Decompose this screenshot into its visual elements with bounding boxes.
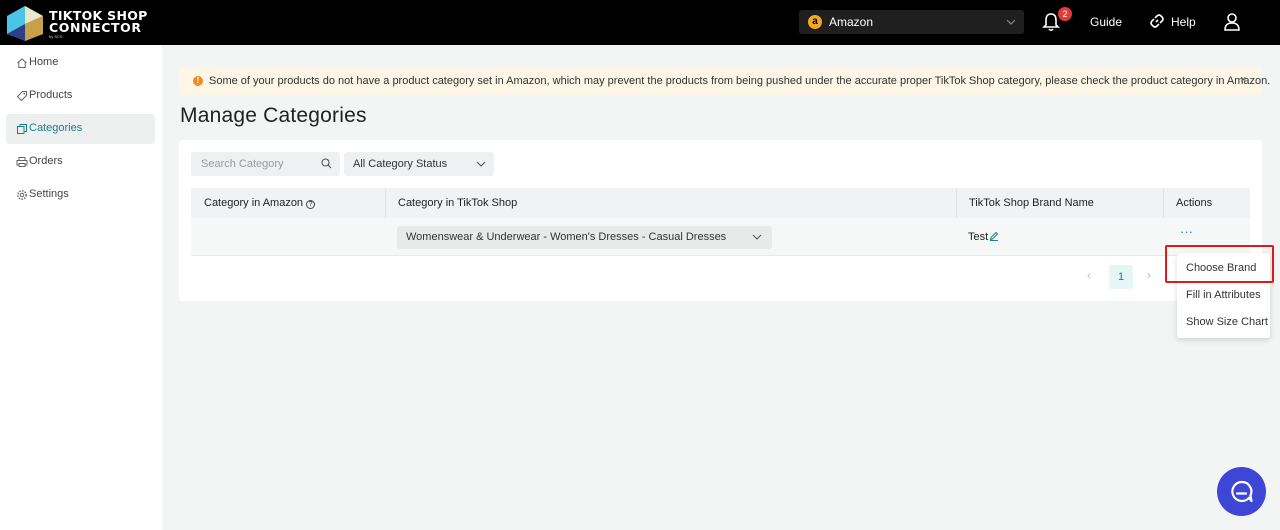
copy-icon	[17, 124, 27, 134]
edit-icon[interactable]	[989, 231, 999, 241]
warning-banner: ! Some of your products do not have a pr…	[179, 67, 1270, 95]
logo-text-line2: CONNECTOR	[49, 20, 142, 35]
table-row: Womenswear & Underwear - Women's Dresses…	[191, 218, 1250, 256]
status-select-label: All Category Status	[353, 158, 448, 170]
categories-card: All Category Status Category in Amazon? …	[179, 140, 1262, 301]
menu-item-fill-attributes[interactable]: Fill in Attributes	[1186, 289, 1261, 301]
sidebar-item-label: Settings	[29, 188, 69, 200]
column-header-amazon: Category in Amazon?	[204, 197, 316, 209]
search-input[interactable]	[191, 152, 340, 176]
user-icon[interactable]	[1223, 12, 1241, 32]
column-divider	[1163, 188, 1164, 218]
store-select[interactable]: a Amazon	[799, 10, 1024, 34]
pagination-next-button[interactable]: ›	[1147, 268, 1151, 282]
logo-text-line3: by SCS	[49, 34, 63, 39]
tiktok-category-value: Womenswear & Underwear - Women's Dresses…	[406, 231, 727, 243]
notification-badge: 2	[1058, 7, 1072, 21]
column-header-brand: TikTok Shop Brand Name	[969, 197, 1094, 209]
logo-mark-icon	[7, 6, 43, 41]
guide-link[interactable]: Guide	[1090, 15, 1122, 29]
category-status-select[interactable]: All Category Status	[344, 152, 494, 176]
chat-support-button[interactable]	[1217, 467, 1266, 516]
sidebar-item-products[interactable]: Products	[6, 81, 155, 111]
column-header-tiktok: Category in TikTok Shop	[398, 197, 518, 209]
sidebar-item-settings[interactable]: Settings	[6, 180, 155, 210]
highlight-box	[1165, 245, 1274, 283]
column-divider	[956, 188, 957, 218]
banner-message: Some of your products do not have a prod…	[209, 75, 1271, 87]
search-icon[interactable]	[321, 158, 332, 169]
sidebar-item-categories[interactable]: Categories	[6, 114, 155, 144]
close-icon[interactable]: ×	[1240, 74, 1246, 86]
pagination-page-1[interactable]: 1	[1109, 265, 1133, 289]
column-divider	[385, 188, 386, 218]
top-bar: TIKTOK SHOP CONNECTOR by SCS a Amazon 2 …	[0, 0, 1280, 45]
help-link[interactable]: Help	[1171, 15, 1196, 29]
column-header-label: Category in Amazon	[204, 197, 304, 209]
column-header-actions: Actions	[1176, 197, 1213, 209]
tiktok-category-select[interactable]: Womenswear & Underwear - Women's Dresses…	[397, 226, 772, 249]
sidebar-item-label: Products	[29, 89, 73, 101]
chevron-down-icon	[476, 161, 486, 167]
warning-icon: !	[193, 76, 203, 86]
sidebar: Home Products Categories Orders Settings	[0, 45, 162, 530]
sidebar-item-label: Categories	[29, 122, 83, 134]
store-select-label: Amazon	[829, 15, 874, 29]
sidebar-item-label: Home	[29, 56, 59, 68]
tag-icon	[16, 91, 27, 102]
link-icon[interactable]	[1149, 13, 1165, 29]
home-icon	[17, 58, 27, 68]
menu-item-show-size-chart[interactable]: Show Size Chart	[1186, 316, 1268, 328]
chevron-down-icon	[1006, 19, 1016, 25]
sidebar-item-home[interactable]: Home	[6, 48, 155, 78]
page-title: Manage Categories	[180, 104, 367, 127]
pagination-prev-button[interactable]: ‹	[1087, 268, 1091, 282]
app-logo[interactable]: TIKTOK SHOP CONNECTOR by SCS	[5, 4, 147, 42]
amazon-icon: a	[808, 15, 822, 29]
printer-icon	[16, 157, 28, 167]
chat-icon	[1231, 480, 1253, 503]
sidebar-item-orders[interactable]: Orders	[6, 147, 155, 177]
question-circle-icon[interactable]: ?	[306, 200, 316, 209]
more-actions-button[interactable]: ···	[1180, 224, 1193, 239]
table-header: Category in Amazon? Category in TikTok S…	[191, 188, 1250, 218]
chevron-down-icon	[752, 234, 762, 240]
brand-name-value: Test	[968, 231, 989, 243]
gear-icon	[17, 190, 27, 200]
sidebar-item-label: Orders	[29, 155, 63, 167]
